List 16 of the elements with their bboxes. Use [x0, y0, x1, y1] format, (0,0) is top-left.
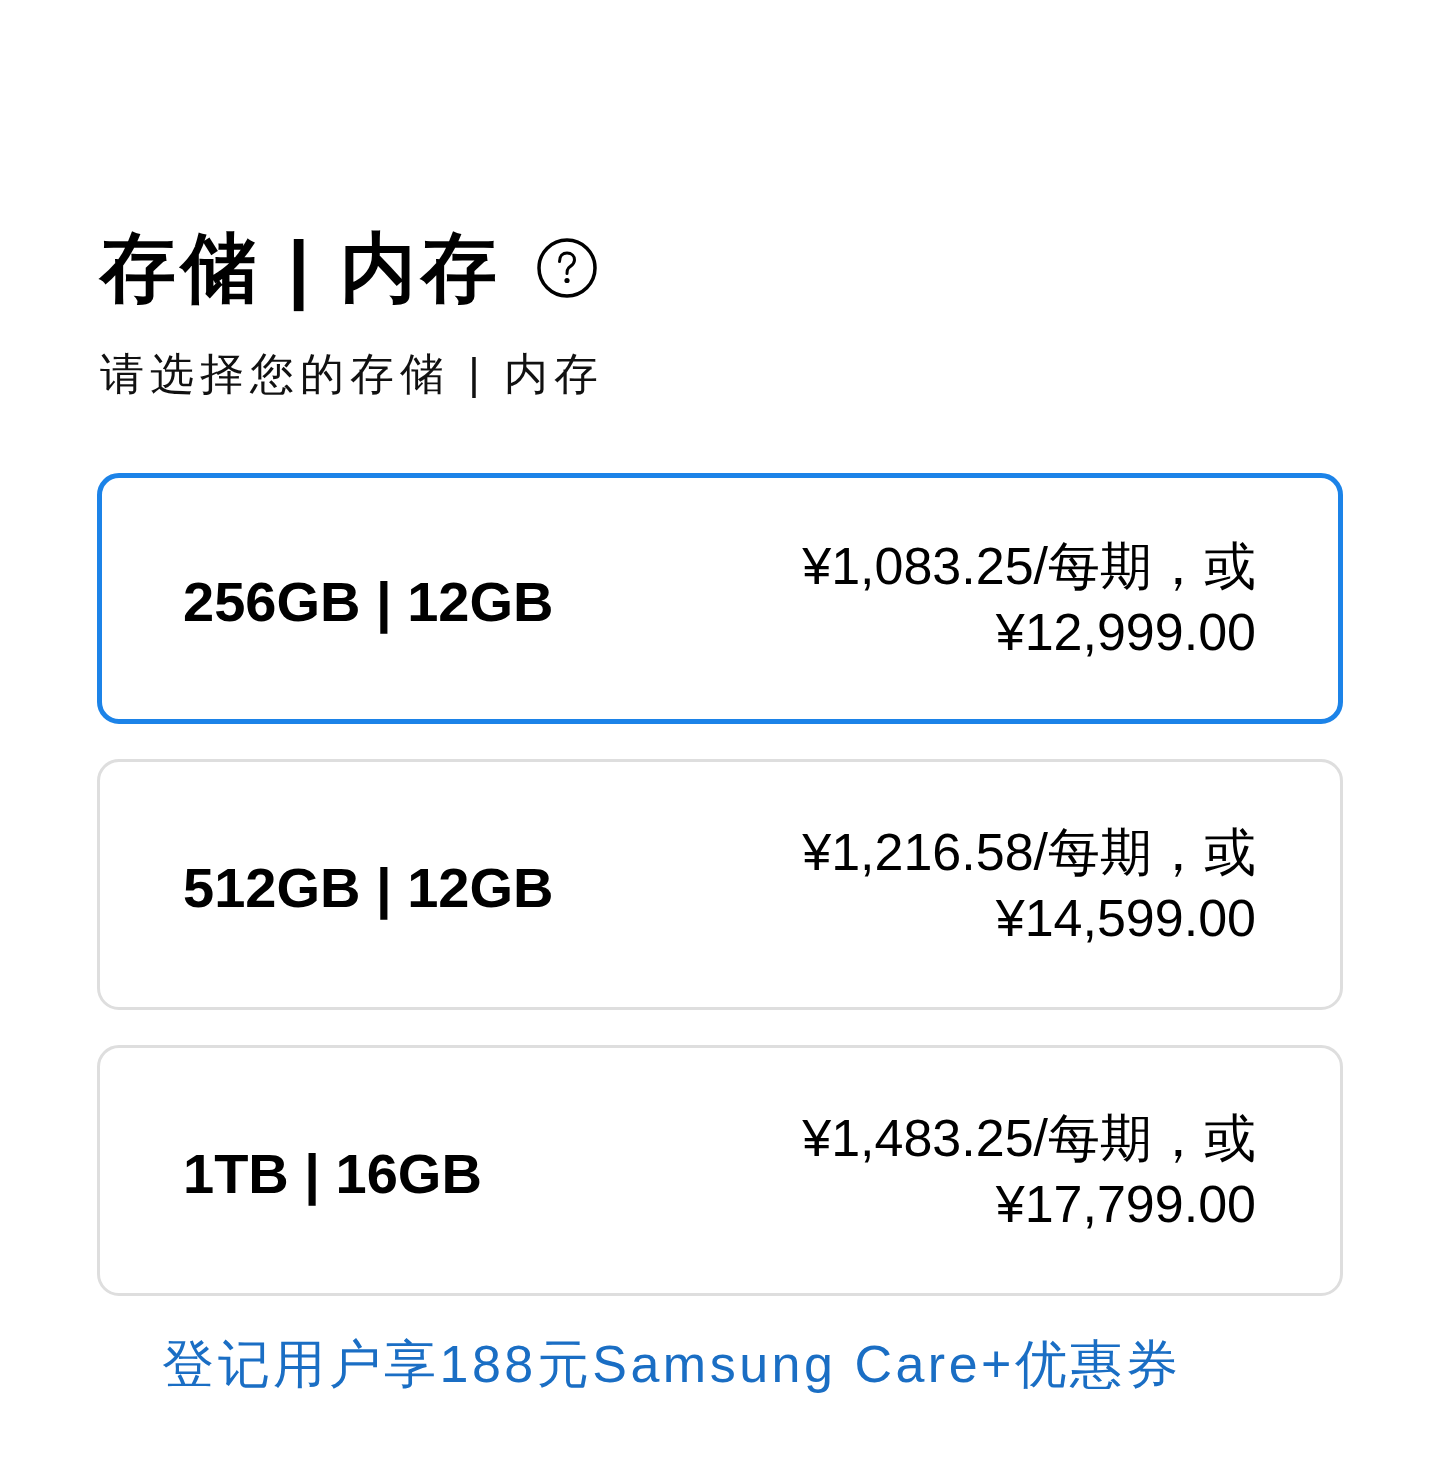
monthly-price: ¥1,483.25/每期，或 [802, 1107, 1256, 1169]
section-subtitle: 请选择您的存储 | 内存 [100, 348, 605, 400]
storage-option-card[interactable]: 1TB | 16GB ¥1,483.25/每期，或 ¥17,799.00 [97, 1045, 1343, 1296]
section-title: 存储 | 内存 [100, 224, 503, 313]
storage-option-card[interactable]: 512GB | 12GB ¥1,216.58/每期，或 ¥14,599.00 [97, 759, 1343, 1010]
storage-option-card[interactable]: 256GB | 12GB ¥1,083.25/每期，或 ¥12,999.00 [97, 473, 1343, 724]
promo-link[interactable]: 登记用户享188元Samsung Care+优惠券 [162, 1329, 1182, 1399]
total-price: ¥12,999.00 [995, 601, 1256, 663]
capacity-label: 256GB | 12GB [183, 568, 554, 636]
monthly-price: ¥1,083.25/每期，或 [802, 535, 1256, 597]
monthly-price: ¥1,216.58/每期，或 [802, 821, 1256, 883]
total-price: ¥14,599.00 [995, 887, 1256, 949]
total-price: ¥17,799.00 [995, 1173, 1256, 1235]
capacity-label: 1TB | 16GB [183, 1140, 482, 1208]
capacity-label: 512GB | 12GB [183, 854, 554, 922]
help-icon[interactable] [536, 238, 597, 298]
